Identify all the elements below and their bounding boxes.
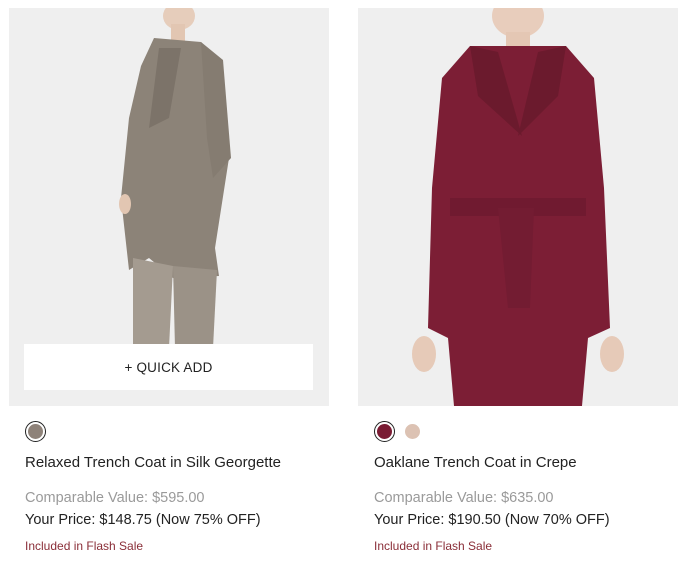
your-price: Your Price: $148.75 (Now 75% OFF): [25, 512, 261, 528]
product-image[interactable]: + QUICK ADD: [9, 8, 329, 406]
quick-add-button[interactable]: + QUICK ADD: [24, 344, 313, 390]
color-swatches: [25, 421, 46, 442]
color-swatch-selected[interactable]: [374, 421, 395, 442]
color-swatch[interactable]: [405, 424, 420, 439]
color-swatch-selected[interactable]: [25, 421, 46, 442]
comparable-value: Comparable Value: $595.00: [25, 490, 205, 506]
color-swatches: [374, 421, 420, 442]
your-price: Your Price: $190.50 (Now 70% OFF): [374, 512, 610, 528]
flash-sale-note: Included in Flash Sale: [25, 539, 144, 553]
product-photo-graphic: [358, 8, 678, 406]
product-image[interactable]: [358, 8, 678, 406]
flash-sale-note: Included in Flash Sale: [374, 539, 493, 553]
product-name[interactable]: Relaxed Trench Coat in Silk Georgette: [25, 454, 281, 471]
product-name[interactable]: Oaklane Trench Coat in Crepe: [374, 454, 577, 471]
comparable-value: Comparable Value: $635.00: [374, 490, 554, 506]
